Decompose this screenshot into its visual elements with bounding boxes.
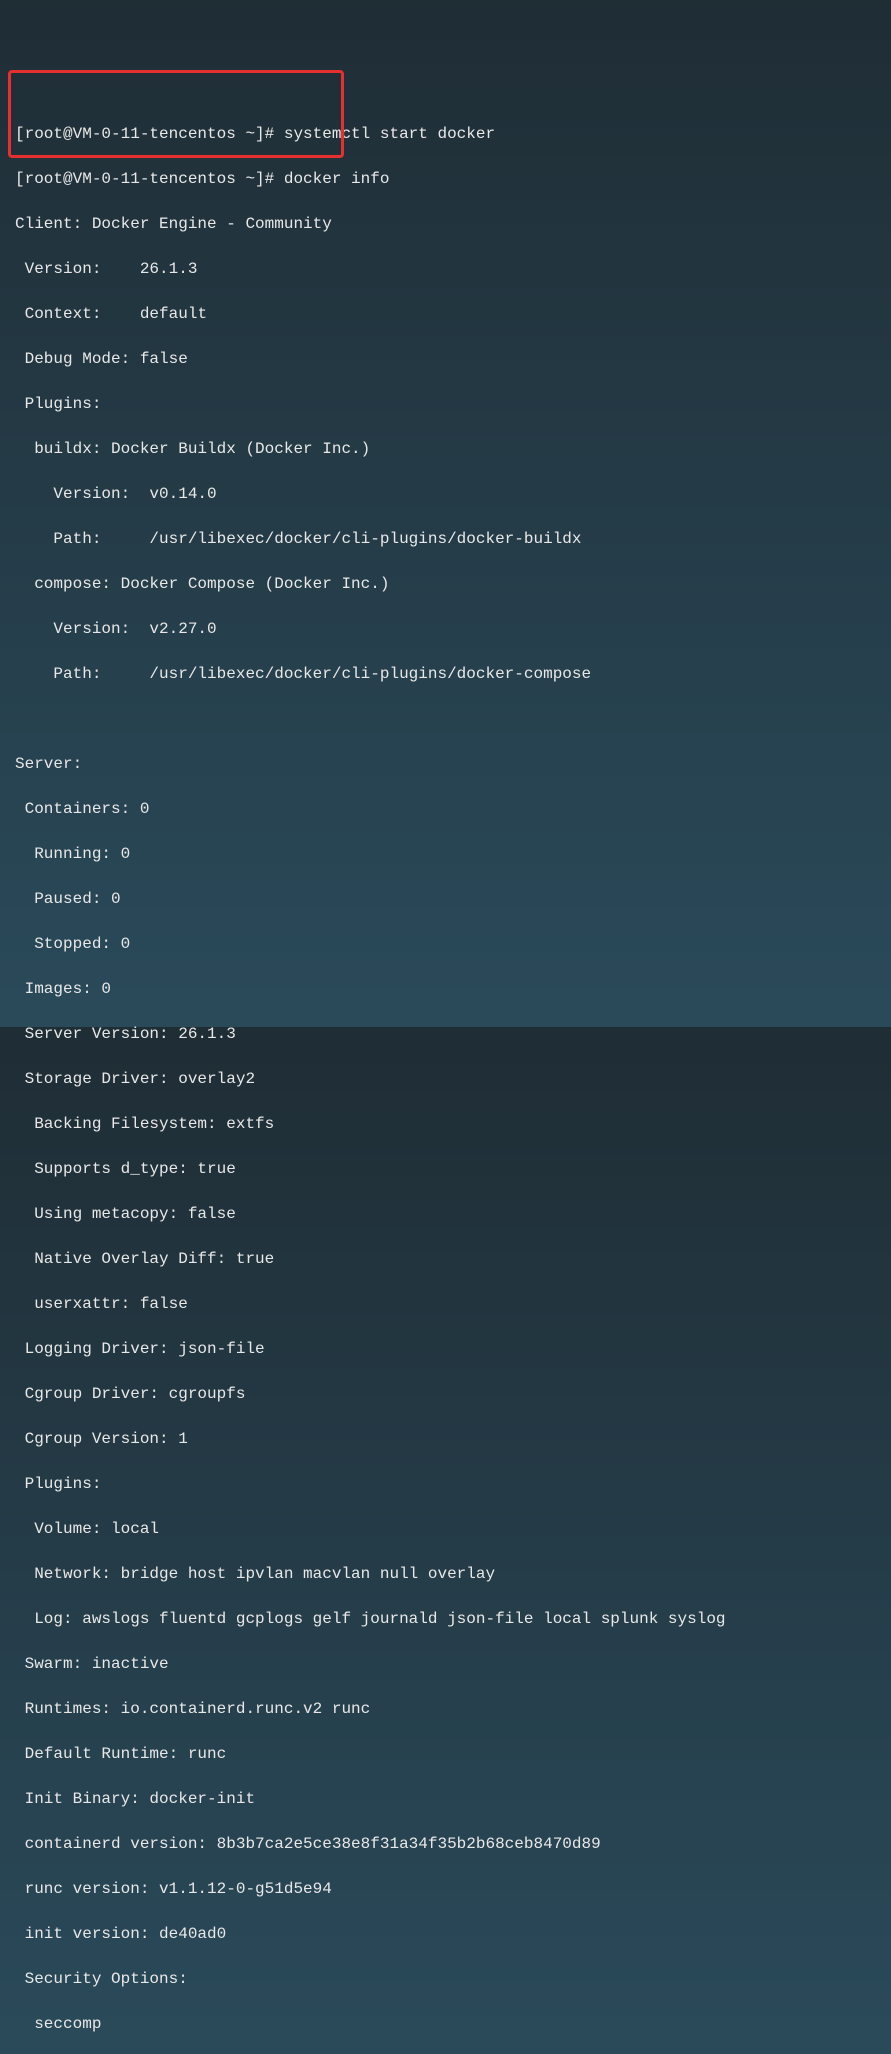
server-plugin-network: Network: bridge host ipvlan macvlan null… bbox=[15, 1563, 876, 1586]
terminal-output[interactable]: [root@VM-0-11-tencentos ~]# systemctl st… bbox=[15, 100, 876, 2054]
server-logging-driver: Logging Driver: json-file bbox=[15, 1338, 876, 1361]
plugin-compose-path: Path: /usr/libexec/docker/cli-plugins/do… bbox=[15, 663, 876, 686]
server-userxattr: userxattr: false bbox=[15, 1293, 876, 1316]
plugin-compose-header: compose: Docker Compose (Docker Inc.) bbox=[15, 573, 876, 596]
command-line-2: [root@VM-0-11-tencentos ~]# docker info bbox=[15, 168, 876, 191]
server-seccomp: seccomp bbox=[15, 2013, 876, 2036]
server-supports-dtype: Supports d_type: true bbox=[15, 1158, 876, 1181]
server-swarm: Swarm: inactive bbox=[15, 1653, 876, 1676]
server-init-version: init version: de40ad0 bbox=[15, 1923, 876, 1946]
server-version: Server Version: 26.1.3 bbox=[15, 1023, 876, 1046]
plugin-compose-version: Version: v2.27.0 bbox=[15, 618, 876, 641]
server-paused: Paused: 0 bbox=[15, 888, 876, 911]
server-images: Images: 0 bbox=[15, 978, 876, 1001]
command-line-1: [root@VM-0-11-tencentos ~]# systemctl st… bbox=[15, 123, 876, 146]
server-stopped: Stopped: 0 bbox=[15, 933, 876, 956]
plugin-buildx-header: buildx: Docker Buildx (Docker Inc.) bbox=[15, 438, 876, 461]
server-runtimes: Runtimes: io.containerd.runc.v2 runc bbox=[15, 1698, 876, 1721]
client-version: Version: 26.1.3 bbox=[15, 258, 876, 281]
blank-line bbox=[15, 708, 876, 731]
server-runc-version: runc version: v1.1.12-0-g51d5e94 bbox=[15, 1878, 876, 1901]
server-running: Running: 0 bbox=[15, 843, 876, 866]
command-text: systemctl start docker bbox=[284, 125, 495, 143]
client-plugins-label: Plugins: bbox=[15, 393, 876, 416]
server-cgroup-version: Cgroup Version: 1 bbox=[15, 1428, 876, 1451]
server-storage-driver: Storage Driver: overlay2 bbox=[15, 1068, 876, 1091]
plugin-buildx-path: Path: /usr/libexec/docker/cli-plugins/do… bbox=[15, 528, 876, 551]
server-header: Server: bbox=[15, 753, 876, 776]
plugin-buildx-version: Version: v0.14.0 bbox=[15, 483, 876, 506]
prompt: [root@VM-0-11-tencentos ~]# bbox=[15, 125, 284, 143]
command-text: docker info bbox=[284, 170, 390, 188]
client-debug-mode: Debug Mode: false bbox=[15, 348, 876, 371]
server-containers: Containers: 0 bbox=[15, 798, 876, 821]
prompt: [root@VM-0-11-tencentos ~]# bbox=[15, 170, 284, 188]
server-native-overlay: Native Overlay Diff: true bbox=[15, 1248, 876, 1271]
server-init-binary: Init Binary: docker-init bbox=[15, 1788, 876, 1811]
server-plugin-volume: Volume: local bbox=[15, 1518, 876, 1541]
client-header: Client: Docker Engine - Community bbox=[15, 213, 876, 236]
server-plugin-log: Log: awslogs fluentd gcplogs gelf journa… bbox=[15, 1608, 876, 1631]
server-backing-fs: Backing Filesystem: extfs bbox=[15, 1113, 876, 1136]
server-plugins-label: Plugins: bbox=[15, 1473, 876, 1496]
server-security-options: Security Options: bbox=[15, 1968, 876, 1991]
client-context: Context: default bbox=[15, 303, 876, 326]
server-containerd-version: containerd version: 8b3b7ca2e5ce38e8f31a… bbox=[15, 1833, 876, 1856]
server-default-runtime: Default Runtime: runc bbox=[15, 1743, 876, 1766]
server-using-metacopy: Using metacopy: false bbox=[15, 1203, 876, 1226]
server-cgroup-driver: Cgroup Driver: cgroupfs bbox=[15, 1383, 876, 1406]
